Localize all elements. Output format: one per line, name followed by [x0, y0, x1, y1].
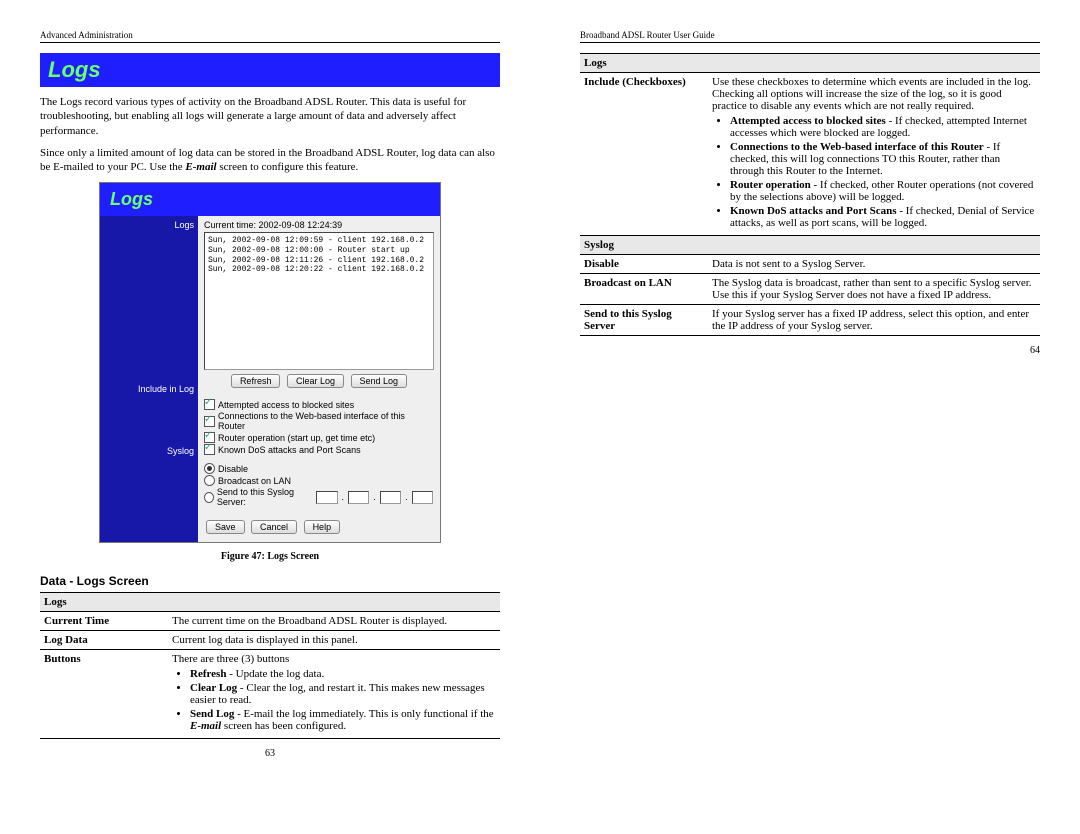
- intro-para-1: The Logs record various types of activit…: [40, 95, 500, 138]
- group-logs: Logs: [40, 593, 500, 612]
- table-row: Send to this Syslog Server If your Syslo…: [580, 305, 1040, 336]
- radio-broadcast[interactable]: [204, 475, 215, 486]
- current-time-label: Current time:: [204, 220, 256, 230]
- shot-title: Logs: [100, 183, 440, 216]
- radio-syslog-server[interactable]: [204, 492, 214, 503]
- page-number-right: 64: [1030, 345, 1040, 356]
- table-row: Include (Checkboxes) Use these checkboxe…: [580, 73, 1040, 236]
- page-title: Logs: [40, 53, 500, 87]
- intro-para-2: Since only a limited amount of log data …: [40, 146, 500, 175]
- table-row: Broadcast on LAN The Syslog data is broa…: [580, 274, 1040, 305]
- table-row: Log Data Current log data is displayed i…: [40, 631, 500, 650]
- data-table-left: Logs Current Time The current time on th…: [40, 592, 500, 739]
- table-row: Disable Data is not sent to a Syslog Ser…: [580, 255, 1040, 274]
- ip-octet-3[interactable]: [380, 491, 401, 504]
- ip-octet-4[interactable]: [412, 491, 433, 504]
- shot-label-include: Include in Log: [104, 384, 194, 394]
- header-left: Advanced Administration: [40, 30, 500, 43]
- refresh-button[interactable]: Refresh: [231, 374, 281, 388]
- checkbox-web[interactable]: [204, 416, 215, 427]
- checkbox-dos[interactable]: [204, 444, 215, 455]
- shot-label-syslog: Syslog: [104, 446, 194, 456]
- header-right: Broadband ADSL Router User Guide: [580, 30, 1040, 43]
- group-syslog: Syslog: [580, 236, 1040, 255]
- section-heading: Data - Logs Screen: [40, 574, 500, 588]
- clear-log-button[interactable]: Clear Log: [287, 374, 344, 388]
- table-row: Current Time The current time on the Bro…: [40, 612, 500, 631]
- ip-octet-1[interactable]: [316, 491, 337, 504]
- current-time-value: 2002-09-08 12:24:39: [259, 220, 343, 230]
- send-log-button[interactable]: Send Log: [351, 374, 408, 388]
- group-logs-right: Logs: [580, 54, 1040, 73]
- log-textarea[interactable]: Sun, 2002-09-08 12:09:59 - client 192.16…: [204, 232, 434, 370]
- data-table-right-1: Logs Include (Checkboxes) Use these chec…: [580, 53, 1040, 336]
- radio-disable[interactable]: [204, 463, 215, 474]
- shot-label-logs: Logs: [104, 220, 194, 230]
- table-row: Buttons There are three (3) buttons Refr…: [40, 650, 500, 739]
- save-button[interactable]: Save: [206, 520, 245, 534]
- logs-screenshot: Logs Logs Include in Log Syslog Current …: [99, 182, 441, 543]
- figure-caption: Figure 47: Logs Screen: [40, 551, 500, 562]
- ip-octet-2[interactable]: [348, 491, 369, 504]
- checkbox-blocked[interactable]: [204, 399, 215, 410]
- help-button[interactable]: Help: [304, 520, 341, 534]
- page-number-left: 63: [265, 748, 275, 759]
- cancel-button[interactable]: Cancel: [251, 520, 297, 534]
